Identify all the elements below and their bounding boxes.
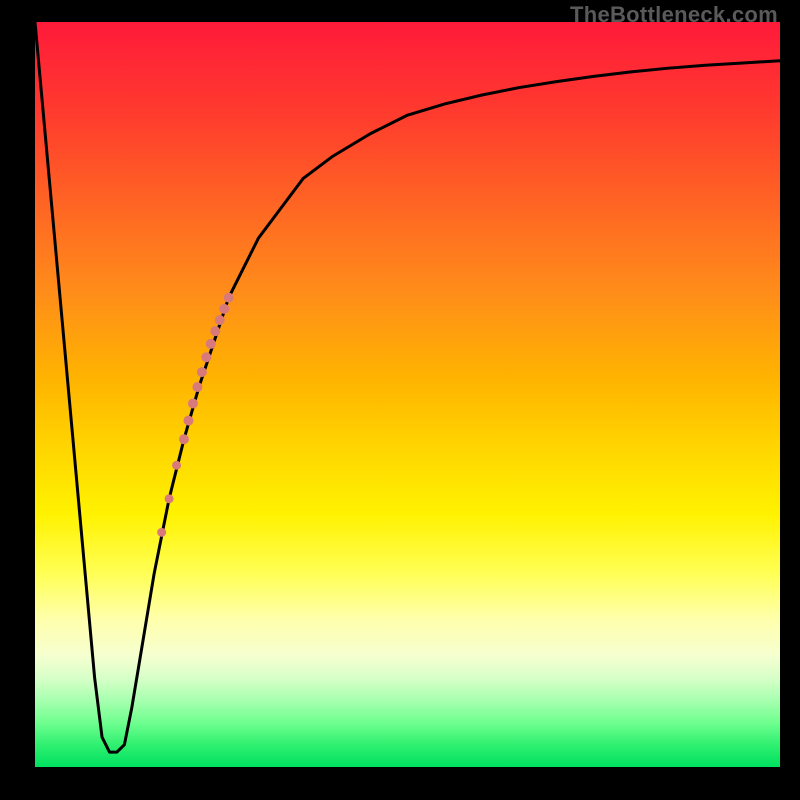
chart-frame: TheBottleneck.com <box>0 0 800 800</box>
highlight-point <box>224 293 234 303</box>
highlight-point <box>201 352 211 362</box>
bottleneck-curve <box>35 22 780 752</box>
highlight-point <box>165 494 174 503</box>
highlight-point <box>210 326 220 336</box>
chart-svg <box>35 22 780 767</box>
highlight-point <box>219 304 229 314</box>
highlight-point <box>215 315 225 325</box>
highlight-point <box>192 382 202 392</box>
highlight-point <box>183 416 193 426</box>
highlight-point <box>188 398 198 408</box>
highlight-point <box>157 528 166 537</box>
highlight-point <box>197 367 207 377</box>
highlight-point <box>172 461 181 470</box>
plot-area <box>35 22 780 767</box>
highlight-segment <box>157 293 234 537</box>
highlight-point <box>206 339 216 349</box>
highlight-point <box>179 434 189 444</box>
